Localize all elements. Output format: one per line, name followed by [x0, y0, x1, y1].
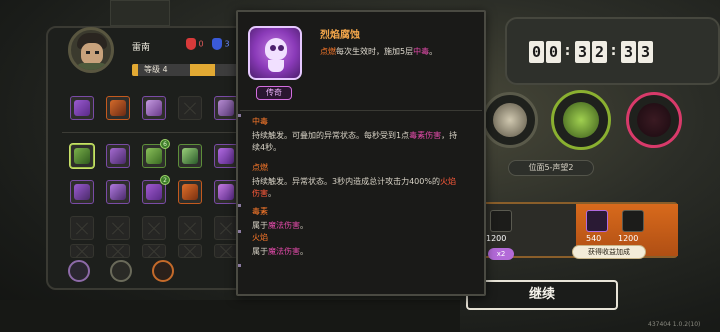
reward-value: 540 — [586, 234, 602, 243]
claw-icon — [74, 100, 90, 116]
blade-icon — [110, 184, 126, 200]
boss-orb-1[interactable] — [482, 92, 538, 148]
timer-colon: : — [609, 41, 619, 59]
boss-orb-3[interactable] — [626, 92, 682, 148]
timer-digit: 3 — [638, 41, 653, 63]
timer-colon: : — [563, 41, 573, 59]
item-slot[interactable] — [106, 96, 130, 120]
item-slot[interactable] — [178, 144, 202, 168]
rarity-badge: 传奇 — [256, 86, 292, 100]
shield-cross-icon — [74, 148, 90, 164]
blue-stat: 3 — [212, 38, 230, 50]
section-marker — [238, 264, 241, 267]
continue-button[interactable]: 继续 — [466, 280, 618, 310]
poison-skull-icon — [218, 184, 234, 200]
timer-digit: 0 — [529, 41, 544, 63]
sphere-icon[interactable] — [110, 260, 132, 282]
item-slot[interactable] — [70, 180, 94, 204]
item-description: 点燃每次生效时，施加5层中毒。 — [320, 47, 438, 56]
item-slot[interactable] — [214, 144, 238, 168]
item-slot-empty[interactable] — [178, 244, 202, 258]
item-slot[interactable] — [178, 180, 202, 204]
spike-icon — [218, 148, 234, 164]
item-slot-empty[interactable] — [106, 216, 130, 240]
blue-mask-icon — [212, 38, 222, 50]
poison-skull-icon — [248, 26, 302, 80]
keyword-title: 中毒 — [252, 117, 268, 126]
timer-digit: 2 — [592, 41, 607, 63]
timer-digit: 0 — [546, 41, 561, 63]
multiplier-badge: x2 — [488, 248, 514, 260]
keyword-title: 火焰 — [252, 233, 268, 242]
item-slot[interactable] — [106, 144, 130, 168]
keyword-body: 属于魔法伤害。 — [252, 247, 308, 256]
character-name: 雷南 — [132, 43, 151, 53]
bonus-reward-button[interactable]: 获得收益加成 — [572, 245, 646, 259]
fire-mask-icon[interactable] — [152, 260, 174, 282]
stack-badge: 2 — [160, 175, 170, 185]
item-slot[interactable] — [142, 96, 166, 120]
flask-icon — [146, 148, 162, 164]
tooltip-divider — [240, 110, 482, 111]
item-slot[interactable]: 6 — [142, 139, 170, 168]
background-pillar-left — [110, 0, 170, 26]
background-floor — [0, 300, 460, 332]
item-tooltip: 传奇 烈焰腐蚀 点燃每次生效时，施加5层中毒。 中毒 持续触发。可叠加的异常状态… — [236, 10, 486, 296]
version-label: 437404 1.0.2(10) — [648, 321, 701, 328]
timer-panel: 0 0 : 3 2 : 3 3 — [505, 17, 720, 85]
keyword-body: 持续触发。异常状态。3秒内造成总计攻击力400%的火焰 伤害。 — [252, 177, 456, 198]
timer-digit: 3 — [621, 41, 636, 63]
demon-mask-icon — [110, 100, 126, 116]
item-slot[interactable] — [214, 96, 238, 120]
timer-digit: 3 — [575, 41, 590, 63]
red-stat: 0 — [186, 38, 204, 50]
robot-icon — [218, 100, 234, 116]
item-slot-empty[interactable] — [214, 244, 238, 258]
keyword-title: 毒素 — [252, 207, 268, 216]
keyword-body: 持续触发。可叠加的异常状态。每秒受到1点毒素伤害，持 续4秒。 — [252, 131, 458, 152]
vine-icon — [182, 148, 198, 164]
reward-value: 1200 — [486, 234, 507, 243]
helmet-icon — [110, 148, 126, 164]
boss-demon-icon — [563, 102, 599, 138]
boss-helmet-icon — [493, 103, 527, 137]
boss-orb-2[interactable] — [551, 90, 611, 150]
beast-icon — [146, 100, 162, 116]
keyword-title: 点燃 — [252, 163, 268, 172]
keyword-body: 属于魔法伤害。 — [252, 221, 308, 230]
item-slot-empty[interactable] — [70, 216, 94, 240]
section-marker — [238, 204, 241, 207]
reward-card-icon — [622, 210, 644, 232]
item-title: 烈焰腐蚀 — [320, 30, 360, 41]
item-slot[interactable] — [106, 180, 130, 204]
reward-value: 1200 — [618, 234, 639, 243]
red-mask-icon — [186, 38, 196, 50]
item-slot-empty[interactable] — [106, 244, 130, 258]
section-marker — [238, 230, 241, 233]
item-slot-empty[interactable] — [178, 216, 202, 240]
item-slot[interactable] — [214, 180, 238, 204]
position-label: 位面5-声望2 — [508, 160, 594, 176]
reward-purple-icon — [586, 210, 608, 232]
item-slot-empty[interactable] — [142, 244, 166, 258]
item-slot-empty[interactable] — [178, 96, 202, 120]
item-slot-empty[interactable] — [142, 216, 166, 240]
item-slot[interactable] — [70, 144, 94, 168]
fist-icon — [146, 184, 162, 200]
reward-card-icon — [490, 210, 512, 232]
beetle-icon — [74, 184, 90, 200]
section-marker — [238, 114, 241, 117]
character-avatar[interactable] — [68, 27, 114, 73]
item-slot-empty[interactable] — [70, 244, 94, 258]
boss-dark-mask-icon — [637, 103, 671, 137]
item-slot-empty[interactable] — [214, 216, 238, 240]
level-label: 等级 4 — [138, 64, 190, 76]
rings-icon — [182, 184, 198, 200]
stack-badge: 6 — [160, 139, 170, 149]
item-slot[interactable] — [70, 96, 94, 120]
vortex-icon[interactable] — [68, 260, 90, 282]
item-slot[interactable]: 2 — [142, 175, 170, 204]
